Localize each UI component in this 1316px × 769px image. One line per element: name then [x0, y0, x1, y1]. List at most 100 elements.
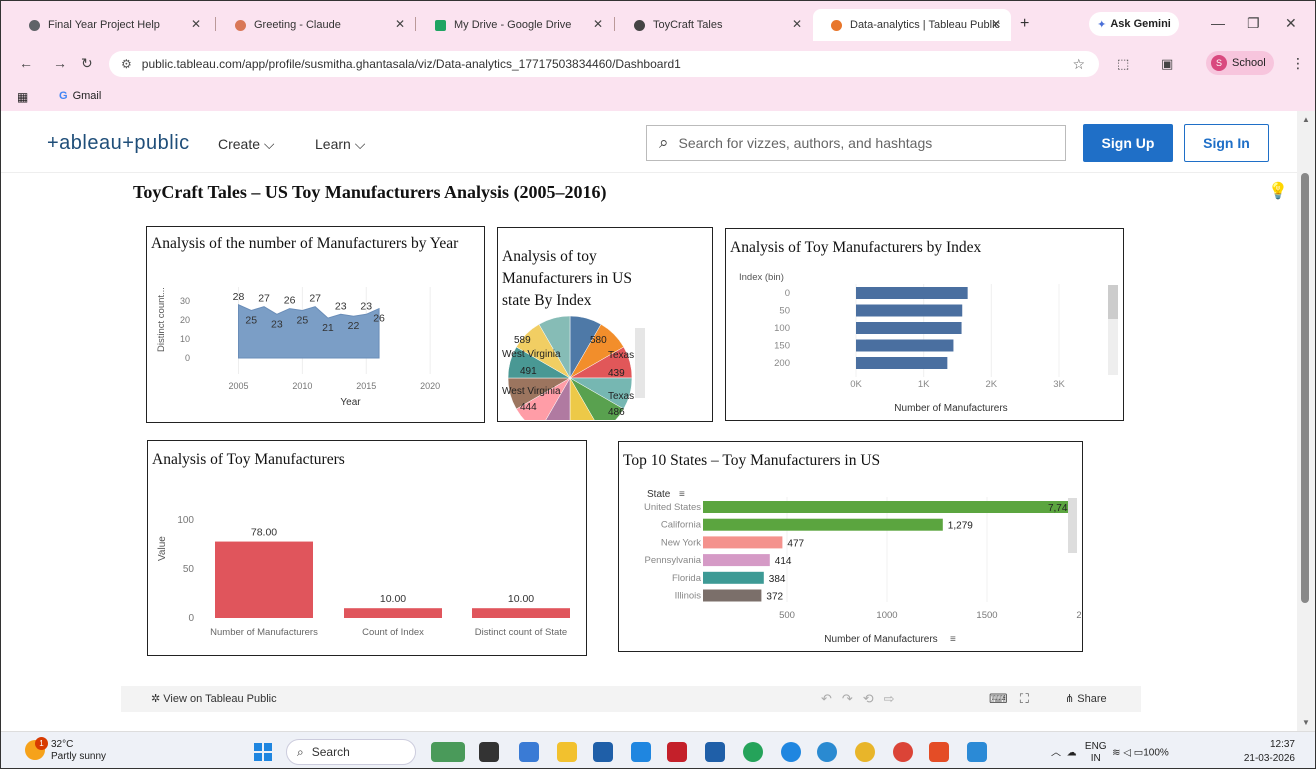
close-icon[interactable]: ✕: [593, 17, 603, 31]
restore-icon[interactable]: ❐: [1247, 15, 1260, 32]
tableau-icon: ✲: [151, 693, 161, 705]
minimize-icon[interactable]: —: [1211, 15, 1225, 31]
undo-redo-revert-controls[interactable]: ↶↷⟲⇨: [821, 691, 905, 707]
edge-icon[interactable]: [631, 742, 651, 762]
app-icon[interactable]: [929, 742, 949, 762]
y-tick-label: 10: [180, 334, 190, 344]
menu-learn[interactable]: Learn ⌵: [315, 136, 365, 153]
site-settings-icon[interactable]: ⚙: [121, 57, 132, 71]
y-tick-label: 0: [188, 613, 194, 624]
file-explorer-icon[interactable]: [557, 742, 577, 762]
search-input[interactable]: ⌕ Search for vizzes, authors, and hashtag…: [646, 125, 1066, 161]
panel-manufacturers-by-index[interactable]: Analysis of Toy Manufacturers by Index I…: [725, 228, 1124, 421]
panel-top-10-states[interactable]: Top 10 States – Toy Manufacturers in US …: [618, 441, 1083, 652]
panel-manufacturers-by-year[interactable]: Analysis of the number of Manufacturers …: [146, 226, 485, 423]
bar: [856, 304, 963, 317]
app-icon[interactable]: [593, 742, 613, 762]
data-label: 477: [787, 538, 804, 549]
y-tick-label: 30: [180, 296, 190, 306]
view-on-tableau-link[interactable]: ✲ View on Tableau Public: [151, 692, 277, 705]
chrome-icon[interactable]: [893, 742, 913, 762]
present-fullscreen-controls[interactable]: ⌨⛶: [989, 691, 1041, 707]
taskbar-search[interactable]: ⌕ Search: [286, 739, 416, 765]
bookmark-star-icon[interactable]: ☆: [1072, 56, 1085, 73]
lightbulb-icon[interactable]: 💡: [1268, 181, 1288, 201]
google-icon: G: [59, 90, 68, 102]
y-tick-label: 0: [785, 288, 790, 299]
y-tick-label: 150: [774, 341, 790, 352]
windows-start-icon[interactable]: [254, 743, 272, 761]
panel-pie-by-state[interactable]: Analysis of toy Manufacturers in US stat…: [497, 227, 713, 422]
page-scrollbar[interactable]: ▲ ▼: [1297, 111, 1315, 731]
y-tick-label: California: [661, 520, 702, 531]
hp-icon[interactable]: [781, 742, 801, 762]
back-arrow-icon[interactable]: ←: [19, 55, 33, 71]
bookmark-gmail[interactable]: G Gmail: [59, 90, 101, 102]
scrollbar-thumb[interactable]: [1301, 173, 1309, 603]
x-axis-label: Number of Manufacturers: [824, 634, 937, 645]
clock[interactable]: 12:37 21-03-2026: [1241, 738, 1295, 766]
extensions-icon[interactable]: ⬚: [1117, 56, 1129, 72]
url-field[interactable]: ⚙ public.tableau.com/app/profile/susmith…: [109, 51, 1099, 77]
panel-toy-manufacturers[interactable]: Analysis of Toy Manufacturers 0 50 100 Valu…: [147, 440, 587, 656]
pie-chart: West Virginia 491 West Virginia 444 Texas 439…: [502, 315, 645, 420]
system-tray[interactable]: ︿ ☁ ENG IN ≋ ◁ ▭100%: [1051, 741, 1169, 765]
x-tick-label: 2020: [420, 381, 440, 391]
profile-button[interactable]: S School: [1206, 51, 1274, 75]
bar: [703, 571, 764, 584]
close-icon[interactable]: ✕: [191, 17, 201, 31]
value-bar-chart: 0 50 100 Value 78.00 Number of Manufacturers 1…: [157, 515, 570, 638]
slice-label: Texas: [608, 350, 634, 361]
x-axis-label: Number of Manufacturers: [894, 403, 1007, 414]
gemini-sparkle-icon: ✦: [1097, 18, 1107, 31]
app-icon[interactable]: [479, 742, 499, 762]
browser-tab-bar: Final Year Project Help ✕ Greeting - Cla…: [1, 1, 1315, 47]
x-tick-label: 2005: [228, 381, 248, 391]
y-tick-label: 0: [185, 353, 190, 363]
whatsapp-icon[interactable]: [743, 742, 763, 762]
apps-grid-icon[interactable]: ▦: [17, 90, 28, 104]
google-drive-icon: [435, 19, 446, 31]
taskview-icon[interactable]: [431, 742, 465, 762]
share-button[interactable]: ⋔ Share: [1065, 692, 1107, 705]
app-icon[interactable]: [817, 742, 837, 762]
app-icon[interactable]: [519, 742, 539, 762]
reload-icon[interactable]: ↻: [81, 55, 93, 72]
scroll-up-icon[interactable]: ▲: [1302, 115, 1310, 124]
data-label: 78.00: [251, 527, 277, 539]
x-tick-label: 1K: [918, 379, 930, 390]
time: 12:37: [1269, 739, 1295, 750]
x-tick-label: 2010: [292, 381, 312, 391]
close-icon[interactable]: ✕: [991, 17, 1001, 31]
tableau-public-logo[interactable]: +ableau+public: [47, 132, 190, 155]
tab-search-icon[interactable]: ▣: [1161, 56, 1173, 72]
mcafee-icon[interactable]: [667, 742, 687, 762]
bar: [472, 608, 570, 618]
browser-menu-icon[interactable]: ⋮: [1291, 55, 1305, 72]
tab-toycraft-tales[interactable]: ToyCraft Tales ✕: [616, 9, 812, 41]
sign-in-button[interactable]: Sign In: [1184, 124, 1269, 162]
chrome-icon[interactable]: [855, 742, 875, 762]
vscode-icon[interactable]: [967, 742, 987, 762]
scrollbar: [635, 328, 645, 398]
data-label: 27: [258, 293, 270, 305]
weather-widget[interactable]: 1 32°C Partly sunny: [25, 737, 106, 763]
y-axis-label: Distinct count...: [156, 287, 167, 352]
tab-tableau-active[interactable]: Data-analytics | Tableau Public ✕: [813, 9, 1011, 41]
app-icon[interactable]: [705, 742, 725, 762]
bar: [703, 589, 762, 602]
close-icon[interactable]: ✕: [792, 17, 802, 31]
scroll-down-icon[interactable]: ▼: [1302, 718, 1310, 727]
tab-claude[interactable]: Greeting - Claude ✕: [217, 9, 415, 41]
close-window-icon[interactable]: ✕: [1285, 15, 1297, 32]
menu-create[interactable]: Create ⌵: [218, 136, 275, 153]
tab-final-year-project[interactable]: Final Year Project Help ✕: [11, 9, 211, 41]
sign-up-button[interactable]: Sign Up: [1083, 124, 1173, 162]
ask-gemini-button[interactable]: ✦ Ask Gemini: [1089, 12, 1179, 36]
new-tab-plus-icon[interactable]: +: [1020, 15, 1029, 33]
close-icon[interactable]: ✕: [395, 17, 405, 31]
tab-google-drive[interactable]: My Drive - Google Drive ✕: [417, 9, 613, 41]
index-bar-chart: Index (bin) 0K 1K 2K 3K 0 50 100 150 200 Number of…: [739, 272, 1118, 414]
forward-arrow-icon[interactable]: →: [53, 55, 67, 71]
bar: [703, 536, 783, 549]
